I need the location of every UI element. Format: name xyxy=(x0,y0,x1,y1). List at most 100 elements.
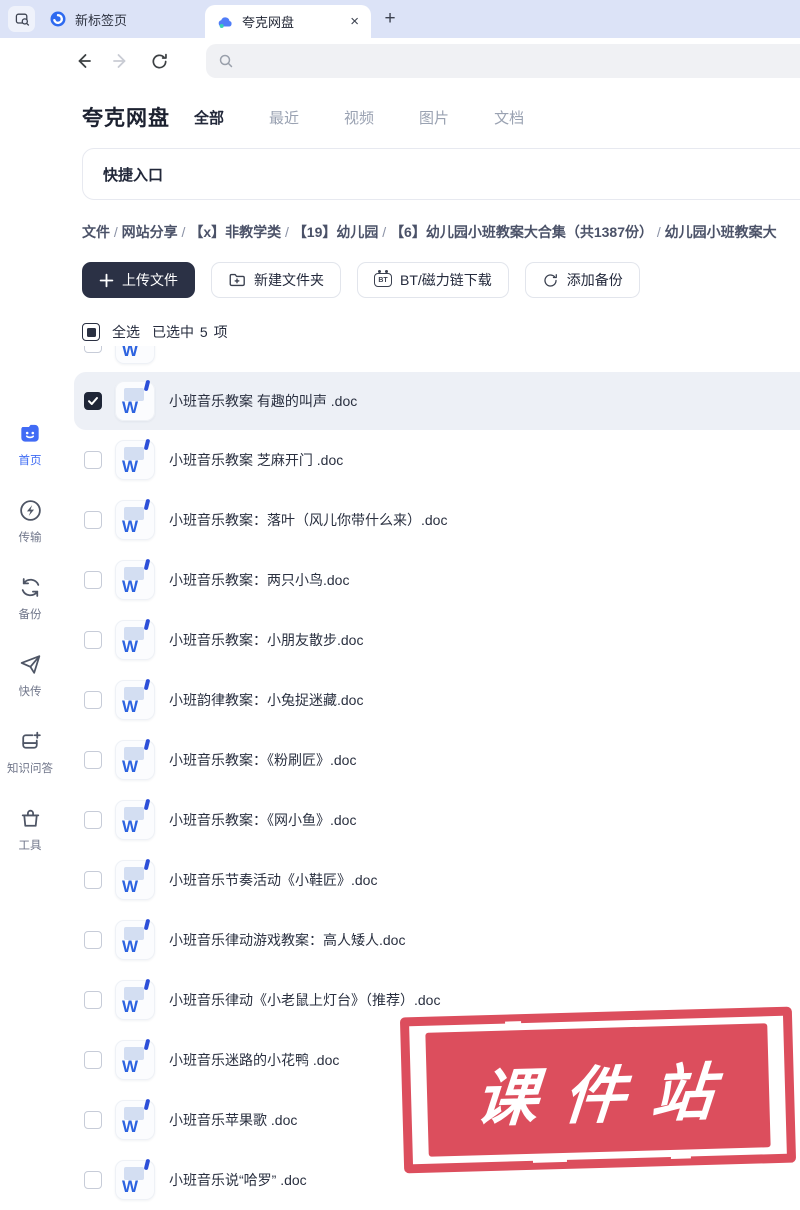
file-name[interactable]: 小班音乐苹果歌 .doc xyxy=(169,1110,297,1130)
file-name[interactable]: 小班音乐迷路的小花鸭 .doc xyxy=(169,1050,339,1070)
file-row[interactable]: W 小班音乐教案：《粉刷匠》.doc xyxy=(74,730,800,790)
address-bar-input[interactable] xyxy=(242,53,800,69)
stamp-text: 课件站 xyxy=(472,1057,743,1135)
file-name[interactable]: 小班音乐教案：两只小鸟.doc xyxy=(169,570,349,590)
refresh-button[interactable] xyxy=(148,50,170,72)
quick-entry-card[interactable]: 快捷入口 xyxy=(82,148,800,200)
bt-icon: BT xyxy=(374,270,392,287)
forward-button[interactable] xyxy=(110,50,132,72)
select-all-label: 全选 xyxy=(112,324,140,340)
file-checkbox[interactable] xyxy=(84,991,102,1009)
file-checkbox[interactable] xyxy=(84,392,102,410)
paper-plane-icon xyxy=(17,651,43,677)
bt-magnet-download-button[interactable]: BT BT/磁力链下载 xyxy=(357,262,509,298)
breadcrumb-item[interactable]: 网站分享 xyxy=(122,224,178,240)
file-checkbox[interactable] xyxy=(84,346,102,353)
tab-document[interactable]: 文档 xyxy=(494,107,524,128)
breadcrumb-item[interactable]: 【6】幼儿园小班教案大合集（共1387份） xyxy=(390,224,653,240)
file-row[interactable]: W 小班韵律教案：小兔捉迷藏.doc xyxy=(74,670,800,730)
file-name[interactable]: 小班音乐教案：小朋友散步.doc xyxy=(169,630,363,650)
browser-tab-newtab[interactable]: 新标签页 xyxy=(40,0,137,38)
home-smiley-icon xyxy=(17,420,43,446)
file-checkbox[interactable] xyxy=(84,931,102,949)
file-checkbox[interactable] xyxy=(84,451,102,469)
file-checkbox[interactable] xyxy=(84,1051,102,1069)
file-name[interactable]: 小班音乐律动《小老鼠上灯台》（推荐）.doc xyxy=(169,990,440,1010)
address-bar[interactable] xyxy=(206,44,800,78)
file-name[interactable]: 小班音乐教案：落叶（风儿你带什么来）.doc xyxy=(169,510,447,530)
file-row[interactable]: W 小班音乐教案：《网小鱼》.doc xyxy=(74,790,800,850)
file-name[interactable]: 小班音乐说“哈罗” .doc xyxy=(169,1170,307,1190)
word-doc-icon: W xyxy=(115,438,155,480)
tab-recent[interactable]: 最近 xyxy=(269,107,299,128)
breadcrumb-separator: / xyxy=(281,224,293,240)
newtab-favicon-icon xyxy=(50,11,66,27)
tab-video[interactable]: 视频 xyxy=(344,107,374,128)
sidebar-item-label: 快传 xyxy=(18,686,42,698)
sidebar-item-backup[interactable]: 备份 xyxy=(0,574,60,622)
sidebar-item-quickshare[interactable]: 快传 xyxy=(0,651,60,699)
file-row[interactable]: W 小班音乐节奏活动《小鞋匠》.doc xyxy=(74,850,800,910)
browser-tab-label: 新标签页 xyxy=(75,12,128,28)
knowledge-qa-icon xyxy=(17,728,43,754)
file-name[interactable]: 小班音乐律动游戏教案：高人矮人.doc xyxy=(169,930,405,950)
file-name[interactable]: 小班音乐教案 有趣的叫声 .doc xyxy=(169,391,357,411)
breadcrumb-item[interactable]: 文件 xyxy=(82,224,110,240)
breadcrumb-item[interactable]: 【19】幼儿园 xyxy=(293,224,379,240)
file-name[interactable]: 小班音乐教案：《网小鱼》.doc xyxy=(169,810,356,830)
sidebar-item-tools[interactable]: 工具 xyxy=(0,805,60,853)
file-checkbox[interactable] xyxy=(84,1171,102,1189)
breadcrumb-item[interactable]: 幼儿园小班教案大 xyxy=(665,224,777,240)
check-icon xyxy=(88,397,98,405)
backup-circle-icon xyxy=(544,273,557,287)
watermark-stamp: 课件站 xyxy=(399,1006,797,1174)
sidebar-item-home[interactable]: 首页 xyxy=(0,420,60,468)
breadcrumb-separator: / xyxy=(653,224,665,240)
file-name[interactable]: 小班韵律教案：小兔捉迷藏.doc xyxy=(169,690,363,710)
new-tab-button[interactable]: + xyxy=(378,7,402,31)
file-checkbox[interactable] xyxy=(84,751,102,769)
file-name[interactable]: 小班音乐节奏活动《小鞋匠》.doc xyxy=(169,870,377,890)
file-checkbox[interactable] xyxy=(84,691,102,709)
sidebar-item-label: 传输 xyxy=(18,532,42,544)
sidebar-item-label: 知识问答 xyxy=(7,763,53,775)
selected-count: 5 xyxy=(199,324,208,340)
file-checkbox[interactable] xyxy=(84,571,102,589)
breadcrumb-separator: / xyxy=(110,224,122,240)
backup-sync-icon xyxy=(17,574,43,600)
selection-bar: 全选 已选中 5 项 xyxy=(82,322,800,342)
file-checkbox[interactable] xyxy=(84,631,102,649)
new-folder-button[interactable]: 新建文件夹 xyxy=(211,262,341,298)
clipped-row: W xyxy=(74,346,800,372)
file-row[interactable]: W 小班音乐教案：两只小鸟.doc xyxy=(74,550,800,610)
browser-toolbar xyxy=(0,38,800,84)
tab-image[interactable]: 图片 xyxy=(419,107,449,128)
file-row[interactable]: W 小班音乐教案：小朋友散步.doc xyxy=(74,610,800,670)
tab-close-icon[interactable]: × xyxy=(350,14,359,29)
word-doc-icon: W xyxy=(115,1098,155,1140)
upload-file-button[interactable]: 上传文件 xyxy=(82,262,195,298)
word-doc-icon: W xyxy=(115,1038,155,1080)
file-row[interactable]: W 小班音乐教案 有趣的叫声 .doc xyxy=(74,372,800,430)
select-all-checkbox[interactable] xyxy=(82,323,100,341)
file-checkbox[interactable] xyxy=(84,511,102,529)
file-row[interactable]: W 小班音乐教案：落叶（风儿你带什么来）.doc xyxy=(74,490,800,550)
sidebar-item-transfer[interactable]: 传输 xyxy=(0,497,60,545)
browser-tab-quark[interactable]: 夸克网盘 × xyxy=(205,5,371,38)
sidebar-item-knowledge-qa[interactable]: 知识问答 xyxy=(0,728,60,776)
quark-favicon-icon xyxy=(218,16,232,28)
back-button[interactable] xyxy=(72,50,94,72)
file-row[interactable]: W xyxy=(74,346,800,372)
file-checkbox[interactable] xyxy=(84,871,102,889)
breadcrumb-item[interactable]: 【x】非教学类 xyxy=(189,224,281,240)
file-checkbox[interactable] xyxy=(84,1111,102,1129)
file-checkbox[interactable] xyxy=(84,811,102,829)
selected-status: 已选中 5 项 xyxy=(152,324,228,340)
file-name[interactable]: 小班音乐教案：《粉刷匠》.doc xyxy=(169,750,356,770)
file-name[interactable]: 小班音乐教案 芝麻开门 .doc xyxy=(169,450,343,470)
file-row[interactable]: W 小班音乐教案 芝麻开门 .doc xyxy=(74,430,800,490)
tab-search-button[interactable] xyxy=(8,6,35,32)
file-row[interactable]: W 小班音乐律动游戏教案：高人矮人.doc xyxy=(74,910,800,970)
tab-all[interactable]: 全部 xyxy=(194,107,224,128)
add-backup-button[interactable]: 添加备份 xyxy=(524,262,640,298)
